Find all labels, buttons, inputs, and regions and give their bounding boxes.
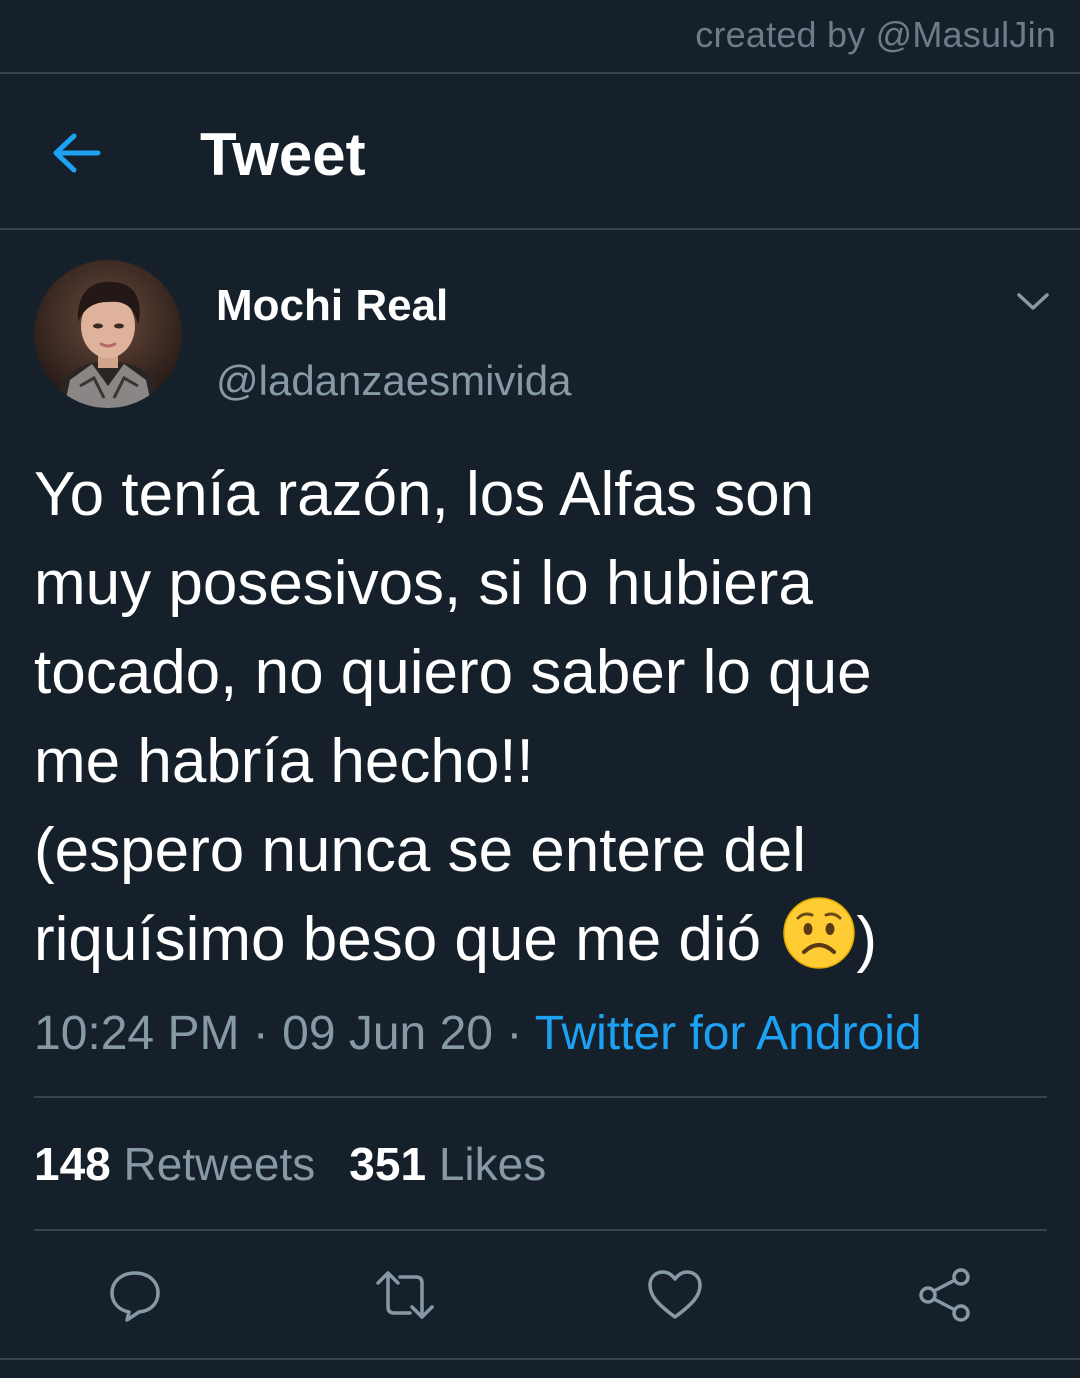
watermark-credit: created by @MasulJin	[695, 14, 1056, 55]
likes-label: Likes	[438, 1138, 547, 1190]
likes-stat[interactable]: 351 Likes	[349, 1138, 546, 1190]
tweet-text: Yo tenía razón, los Alfas son muy posesi…	[34, 450, 1054, 984]
reply-icon	[110, 1271, 160, 1322]
tweet-text-line-last: riquísimo beso que me dió )	[34, 895, 1054, 984]
reply-button[interactable]	[102, 1262, 168, 1328]
tweet-menu-button[interactable]	[1010, 282, 1056, 322]
divider	[34, 1096, 1047, 1098]
tweet-date: 09 Jun 20	[282, 1007, 493, 1060]
tweet-source-link[interactable]: Twitter for Android	[535, 1007, 922, 1060]
like-button[interactable]	[642, 1262, 708, 1328]
share-button[interactable]	[912, 1262, 978, 1328]
tweet-text-line: Yo tenía razón, los Alfas son	[34, 460, 815, 529]
divider	[0, 228, 1080, 230]
tweet-text-line: me habría hecho!!	[34, 727, 534, 796]
author-display-name[interactable]: Mochi Real	[216, 280, 448, 332]
chevron-down-icon	[1017, 293, 1049, 310]
meta-separator: ·	[506, 1007, 523, 1060]
back-button[interactable]	[42, 120, 112, 186]
retweets-count: 148	[34, 1138, 111, 1190]
divider	[34, 1229, 1047, 1231]
tweet-stats: 148 Retweets 351 Likes	[34, 1136, 546, 1192]
tweet-text-line: tocado, no quiero saber lo que	[34, 638, 872, 707]
share-icon	[919, 1268, 970, 1322]
retweets-stat[interactable]: 148 Retweets	[34, 1138, 315, 1190]
tweet-text-line: riquísimo beso que me dió	[34, 905, 762, 974]
divider	[0, 1358, 1080, 1360]
author-handle[interactable]: @ladanzaesmivida	[216, 356, 571, 406]
likes-count: 351	[349, 1138, 427, 1190]
tweet-time: 10:24 PM	[34, 1007, 240, 1060]
divider	[0, 72, 1080, 74]
avatar[interactable]	[34, 260, 182, 408]
arrow-left-icon	[53, 133, 101, 173]
meta-separator: ·	[252, 1007, 269, 1060]
tweet-text-closing: )	[856, 905, 878, 974]
tweet-text-line: (espero nunca se entere del	[34, 816, 807, 885]
tweet-text-line: muy posesivos, si lo hubiera	[34, 549, 813, 618]
tweet-metadata: 10:24 PM · 09 Jun 20 · Twitter for Andro…	[34, 1004, 922, 1064]
page-title: Tweet	[200, 121, 366, 188]
retweet-icon	[376, 1271, 434, 1319]
retweets-label: Retweets	[123, 1138, 316, 1190]
worried-face-emoji-icon	[783, 897, 856, 969]
retweet-button[interactable]	[372, 1262, 438, 1328]
like-icon	[648, 1270, 702, 1319]
